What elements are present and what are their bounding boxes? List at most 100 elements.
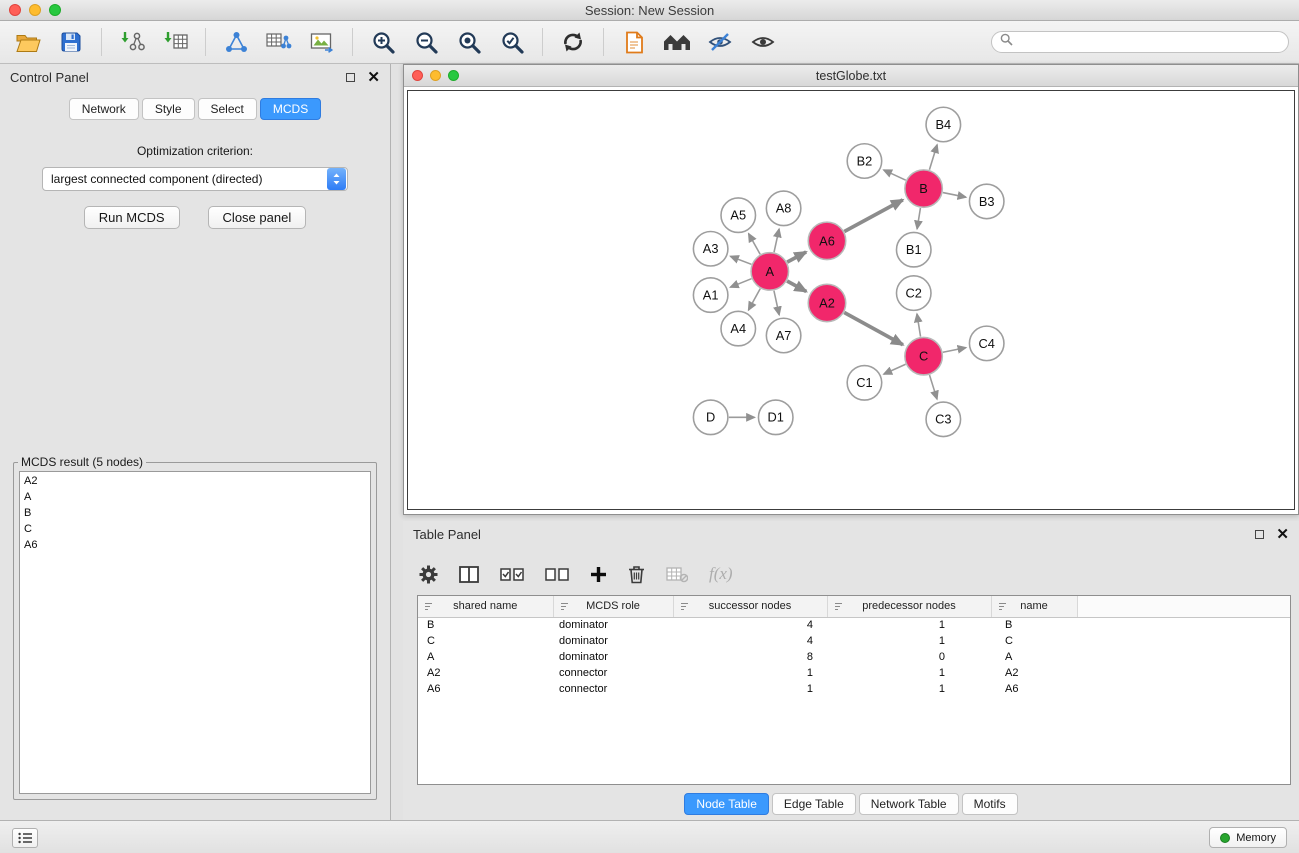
edge-A-A7[interactable] [774,291,779,315]
float-panel-icon[interactable] [346,73,355,82]
network-branch-icon[interactable] [218,26,254,58]
zoom-fit-icon[interactable] [451,26,487,58]
close-table-panel-icon[interactable]: ✕ [1276,527,1289,542]
node-C[interactable]: C [905,337,942,374]
tab-node-table[interactable]: Node Table [684,793,769,815]
edge-C-C3[interactable] [930,375,937,399]
search-box[interactable] [991,31,1289,53]
node-A5[interactable]: A5 [721,198,756,233]
save-icon[interactable] [53,26,89,58]
network-table-icon[interactable] [261,26,297,58]
node-B1[interactable]: B1 [896,232,931,267]
node-D[interactable]: D [693,400,728,435]
memory-button[interactable]: Memory [1209,827,1287,848]
close-panel-icon[interactable]: ✕ [367,70,380,85]
tab-style[interactable]: Style [142,98,195,120]
node-table[interactable]: shared nameMCDS rolesuccessor nodesprede… [417,595,1291,785]
zoom-selected-icon[interactable] [494,26,530,58]
table-row[interactable]: Bdominator41B [418,617,1290,633]
trash-icon[interactable] [628,565,645,584]
task-history-button[interactable] [12,828,38,848]
mcds-result-item[interactable]: A2 [24,473,366,489]
column-header-mcds-role[interactable]: MCDS role [553,596,673,617]
node-A4[interactable]: A4 [721,311,756,346]
float-table-panel-icon[interactable] [1255,530,1264,539]
node-C1[interactable]: C1 [847,366,882,401]
zoom-in-icon[interactable] [365,26,401,58]
zoom-out-icon[interactable] [408,26,444,58]
edge-A-A2[interactable] [787,281,806,292]
table-row[interactable]: Cdominator41C [418,633,1290,649]
add-row-icon[interactable] [590,566,607,583]
node-D1[interactable]: D1 [758,400,793,435]
criterion-dropdown[interactable]: largest connected component (directed) [42,167,348,191]
node-A8[interactable]: A8 [766,191,801,226]
network-canvas[interactable]: B4 B2 B B3 B1 A5 A8A6 A3 A A1 C2 A4 A7A2 C4 C C1 C3 D D1 [407,90,1295,510]
mcds-result-item[interactable]: C [24,521,366,537]
node-A1[interactable]: A1 [693,278,728,313]
run-mcds-button[interactable]: Run MCDS [84,206,180,229]
node-B[interactable]: B [905,170,942,207]
node-A[interactable]: A [751,253,788,290]
eye-icon[interactable] [745,26,781,58]
refresh-layout-icon[interactable] [555,26,591,58]
node-C2[interactable]: C2 [896,276,931,311]
node-A2[interactable]: A2 [808,284,845,321]
edge-C-C1[interactable] [884,364,906,374]
clipboard-icon[interactable] [616,26,652,58]
column-header-successor-nodes[interactable]: successor nodes [673,596,827,617]
import-network-icon[interactable] [114,26,150,58]
function-builder-button[interactable]: f(x) [709,564,733,584]
export-image-icon[interactable] [304,26,340,58]
tab-network[interactable]: Network [69,98,139,120]
edge-A-A6[interactable] [787,252,806,262]
column-header-predecessor-nodes[interactable]: predecessor nodes [827,596,991,617]
import-table-icon[interactable] [157,26,193,58]
edge-B-B2[interactable] [884,170,906,180]
column-header-name[interactable]: name [991,596,1077,617]
search-input[interactable] [1019,35,1280,49]
double-home-icon[interactable] [659,26,695,58]
open-folder-icon[interactable] [10,26,46,58]
mcds-result-item[interactable]: B [24,505,366,521]
node-A7[interactable]: A7 [766,318,801,353]
tab-motifs[interactable]: Motifs [962,793,1018,815]
edge-A-A1[interactable] [730,279,751,287]
visibility-edit-icon[interactable] [702,26,738,58]
edge-A-A5[interactable] [749,234,761,255]
mcds-result-list[interactable]: A2ABCA6 [19,471,371,794]
edge-B-B3[interactable] [943,193,966,198]
delete-table-icon[interactable] [666,566,688,583]
node-B4[interactable]: B4 [926,107,961,142]
edge-C-C4[interactable] [943,348,966,353]
edge-C-C2[interactable] [917,314,921,337]
select-all-icon[interactable] [500,567,524,582]
edge-A6-B[interactable] [844,200,902,232]
edge-A2-C[interactable] [844,313,903,345]
tab-network-table[interactable]: Network Table [859,793,959,815]
network-canvas-svg[interactable]: B4 B2 B B3 B1 A5 A8A6 A3 A A1 C2 A4 A7A2 C4 C C1 C3 D D1 [408,91,1294,509]
edge-B-B4[interactable] [929,145,937,170]
edge-B-B1[interactable] [917,208,920,229]
table-row[interactable]: A2connector11A2 [418,665,1290,681]
network-window-titlebar[interactable]: testGlobe.txt [404,65,1298,87]
node-B3[interactable]: B3 [969,184,1004,219]
tab-select[interactable]: Select [198,98,257,120]
column-header-shared-name[interactable]: shared name [418,596,553,617]
mcds-result-item[interactable]: A6 [24,537,366,553]
edge-A-A3[interactable] [730,256,751,264]
node-A6[interactable]: A6 [808,222,845,259]
deselect-all-icon[interactable] [545,567,569,582]
columns-icon[interactable] [459,566,479,583]
tab-edge-table[interactable]: Edge Table [772,793,856,815]
gear-icon[interactable] [419,565,438,584]
tab-mcds[interactable]: MCDS [260,98,321,120]
table-row[interactable]: A6connector11A6 [418,681,1290,697]
mcds-result-item[interactable]: A [24,489,366,505]
node-B2[interactable]: B2 [847,144,882,179]
close-panel-button[interactable]: Close panel [208,206,307,229]
node-C3[interactable]: C3 [926,402,961,437]
node-C4[interactable]: C4 [969,326,1004,361]
edge-A-A4[interactable] [749,289,761,310]
node-A3[interactable]: A3 [693,231,728,266]
